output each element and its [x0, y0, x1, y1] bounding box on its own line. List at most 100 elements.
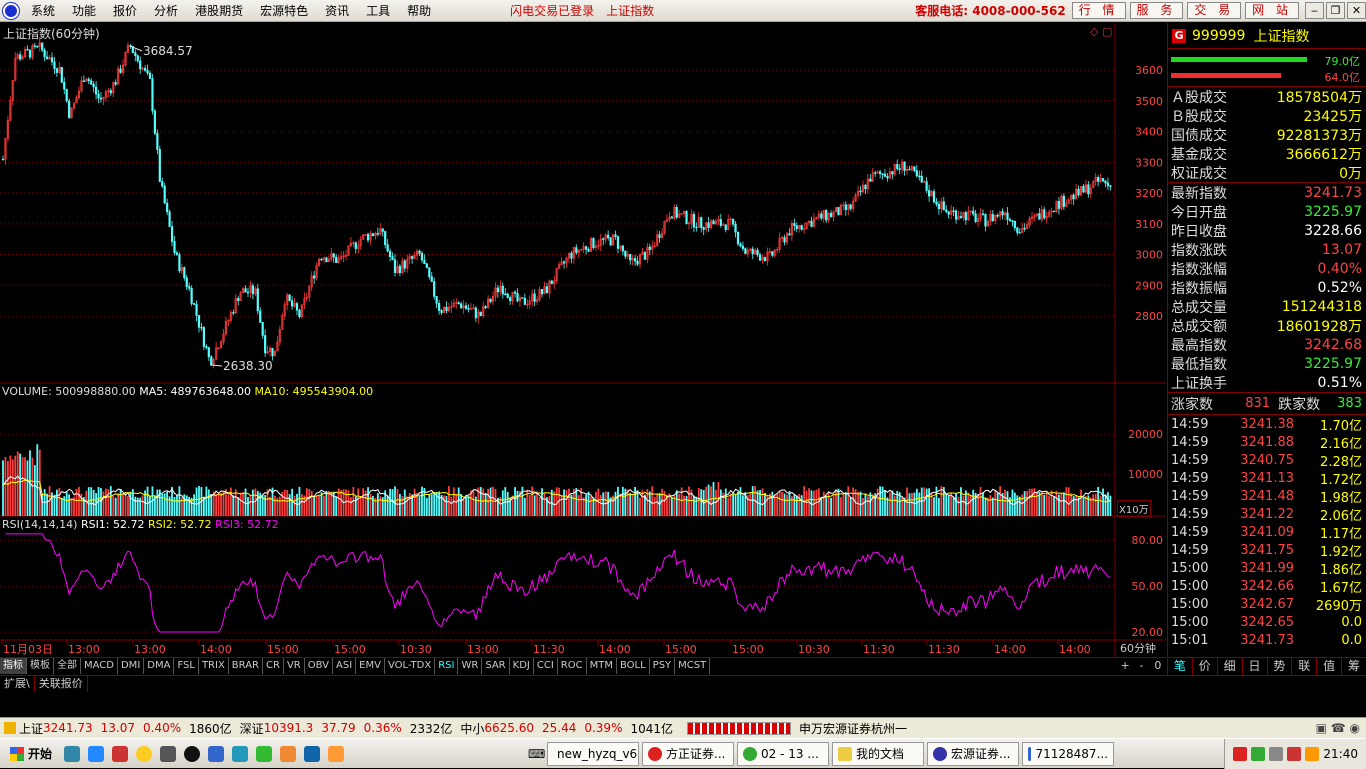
- related-quotes-tab[interactable]: 关联报价: [35, 676, 88, 692]
- indicator-tab-psy[interactable]: PSY: [650, 658, 676, 674]
- indicator-tab-dmi[interactable]: DMI: [118, 658, 145, 674]
- indicator-tab-mcst[interactable]: MCST: [675, 658, 711, 674]
- indicator-tab-cr[interactable]: CR: [263, 658, 284, 674]
- ticker-tray-icons[interactable]: ▣ ☎ ◉: [1316, 721, 1360, 735]
- quicklaunch-c-icon[interactable]: [328, 745, 345, 762]
- indicator-tab-wr[interactable]: WR: [458, 658, 483, 674]
- panel-tab[interactable]: 值: [1317, 658, 1343, 675]
- tick-row[interactable]: 15:00 3242.67 2690万: [1168, 595, 1366, 614]
- indicator-tab-mtm[interactable]: MTM: [587, 658, 617, 674]
- panel-tab[interactable]: 日: [1243, 658, 1268, 675]
- task-fangzheng[interactable]: 方正证券...: [642, 741, 735, 766]
- indicator-tab-boll[interactable]: BOLL: [617, 658, 650, 674]
- indicator-tab-macd[interactable]: MACD: [81, 658, 118, 674]
- kline-chart[interactable]: 3600 3500 3400 3300 3200 3100 3000 2900 2800 2000…: [0, 23, 1166, 657]
- indicator-tab-vol-tdx[interactable]: VOL-TDX: [385, 658, 436, 674]
- indicator-tab-全部[interactable]: 全部: [54, 658, 81, 674]
- tray-app-icon[interactable]: [1287, 746, 1302, 761]
- indicator-tab-vr[interactable]: VR: [284, 658, 305, 674]
- indicator-tab-rsi[interactable]: RSI: [435, 658, 459, 674]
- indicator-tab-trix[interactable]: TRIX: [199, 658, 229, 674]
- tray-flag-icon[interactable]: [1233, 746, 1248, 761]
- indicator-tab-fsl[interactable]: FSL: [174, 658, 199, 674]
- indicator-tab-kdj[interactable]: KDJ: [510, 658, 534, 674]
- website-button[interactable]: 网 站: [1245, 2, 1299, 19]
- login-status[interactable]: 闪电交易已登录: [510, 2, 594, 19]
- chart-corner-icons[interactable]: ◇ ▢: [1090, 25, 1112, 38]
- menu-item-hk-futures[interactable]: 港股期货: [195, 2, 243, 19]
- task-documents[interactable]: 我的文档: [832, 741, 925, 766]
- panel-tab[interactable]: 笔: [1168, 658, 1193, 675]
- tick-row[interactable]: 14:59 3241.75 1.92亿: [1168, 541, 1366, 560]
- tick-row[interactable]: 14:59 3241.38 1.70亿: [1168, 415, 1366, 434]
- quicklaunch-ie2-icon[interactable]: [208, 745, 225, 762]
- indicator-tab-sar[interactable]: SAR: [482, 658, 510, 674]
- trade-button[interactable]: 交 易: [1187, 2, 1242, 19]
- quicklaunch-chrome-icon[interactable]: [280, 745, 297, 762]
- tick-row[interactable]: 15:00 3242.65 0.0: [1168, 613, 1366, 631]
- chart-area[interactable]: 3600 3500 3400 3300 3200 3100 3000 2900 2800 2000…: [0, 23, 1166, 675]
- tray-app2-icon[interactable]: [1305, 746, 1320, 761]
- index-link[interactable]: 上证指数: [606, 2, 654, 19]
- menu-item-tools[interactable]: 工具: [366, 2, 390, 19]
- quicklaunch-smile-icon[interactable]: [136, 745, 153, 762]
- indicator-tab-模板[interactable]: 模板: [27, 658, 54, 674]
- tray-volume-icon[interactable]: [1269, 746, 1284, 761]
- indicator-tab-dma[interactable]: DMA: [144, 658, 175, 674]
- quicklaunch-media-icon[interactable]: [160, 745, 177, 762]
- tick-row[interactable]: 14:59 3241.48 1.98亿: [1168, 487, 1366, 506]
- menu-item-function[interactable]: 功能: [72, 2, 96, 19]
- tick-row[interactable]: 14:59 3241.09 1.17亿: [1168, 523, 1366, 542]
- service-button[interactable]: 服 务: [1129, 2, 1184, 19]
- sz-name[interactable]: 深证: [240, 720, 264, 737]
- menu-item-system[interactable]: 系统: [31, 2, 55, 19]
- quicklaunch-browser-icon[interactable]: [88, 745, 105, 762]
- task-window[interactable]: 71128487...: [1022, 741, 1115, 766]
- quicklaunch-qq-icon[interactable]: [184, 745, 201, 762]
- tick-row[interactable]: 14:59 3241.13 1.72亿: [1168, 469, 1366, 488]
- tick-row[interactable]: 15:01 3241.73 0.0: [1168, 631, 1366, 649]
- tick-row[interactable]: 15:00 3242.66 1.67亿: [1168, 577, 1366, 596]
- panel-tab[interactable]: 细: [1218, 658, 1243, 675]
- tick-row[interactable]: 15:00 3241.99 1.86亿: [1168, 559, 1366, 578]
- tick-list[interactable]: 14:59 3241.38 1.70亿 14:59 3241.88 2.16亿 14:59 3…: [1168, 415, 1366, 649]
- tick-row[interactable]: 14:59 3241.88 2.16亿: [1168, 433, 1366, 452]
- keyboard-icon[interactable]: ⌨: [528, 747, 545, 761]
- quicklaunch-ie-icon[interactable]: [64, 745, 81, 762]
- menu-item-help[interactable]: 帮助: [407, 2, 431, 19]
- zoom-in-button[interactable]: +: [1117, 658, 1133, 674]
- quicklaunch-360-icon[interactable]: [256, 745, 273, 762]
- sh-name[interactable]: 上证: [19, 720, 43, 737]
- task-folder[interactable]: new_hyzq_v6: [547, 741, 640, 766]
- zoom-reset-button[interactable]: 0: [1150, 658, 1166, 674]
- menu-item-news[interactable]: 资讯: [325, 2, 349, 19]
- task-browser[interactable]: 02 - 13 ...: [737, 741, 830, 766]
- task-hongyuan[interactable]: 宏源证券...: [927, 741, 1020, 766]
- indicator-tab-指标[interactable]: 指标: [0, 658, 27, 674]
- tick-row[interactable]: 14:59 3241.22 2.06亿: [1168, 505, 1366, 524]
- indicator-tab-cci[interactable]: CCI: [534, 658, 558, 674]
- indicator-tab-emv[interactable]: EMV: [356, 658, 385, 674]
- quote-button[interactable]: 行 情: [1071, 2, 1126, 19]
- menu-item-quote[interactable]: 报价: [113, 2, 137, 19]
- panel-tab[interactable]: 筹: [1342, 658, 1366, 675]
- indicator-tab-asi[interactable]: ASI: [333, 658, 357, 674]
- panel-tab[interactable]: 势: [1268, 658, 1293, 675]
- expand-tab[interactable]: 扩展\: [0, 676, 35, 692]
- quicklaunch-app-icon[interactable]: [112, 745, 129, 762]
- indicator-tab-obv[interactable]: OBV: [305, 658, 333, 674]
- tray-network-icon[interactable]: [1251, 746, 1266, 761]
- quicklaunch-ie3-icon[interactable]: [304, 745, 321, 762]
- panel-tab[interactable]: 价: [1193, 658, 1218, 675]
- zoom-out-button[interactable]: -: [1133, 658, 1149, 674]
- indicator-tab-roc[interactable]: ROC: [558, 658, 587, 674]
- menu-item-hongyuan[interactable]: 宏源特色: [260, 2, 308, 19]
- restore-button[interactable]: ❐: [1326, 2, 1345, 19]
- zx-name[interactable]: 中小: [460, 720, 484, 737]
- indicator-tab-brar[interactable]: BRAR: [229, 658, 263, 674]
- close-button[interactable]: ✕: [1347, 2, 1366, 19]
- quicklaunch-globe-icon[interactable]: [232, 745, 249, 762]
- start-button[interactable]: 开始: [2, 742, 60, 766]
- minimize-button[interactable]: ‒: [1305, 2, 1324, 19]
- panel-tab[interactable]: 联: [1292, 658, 1318, 675]
